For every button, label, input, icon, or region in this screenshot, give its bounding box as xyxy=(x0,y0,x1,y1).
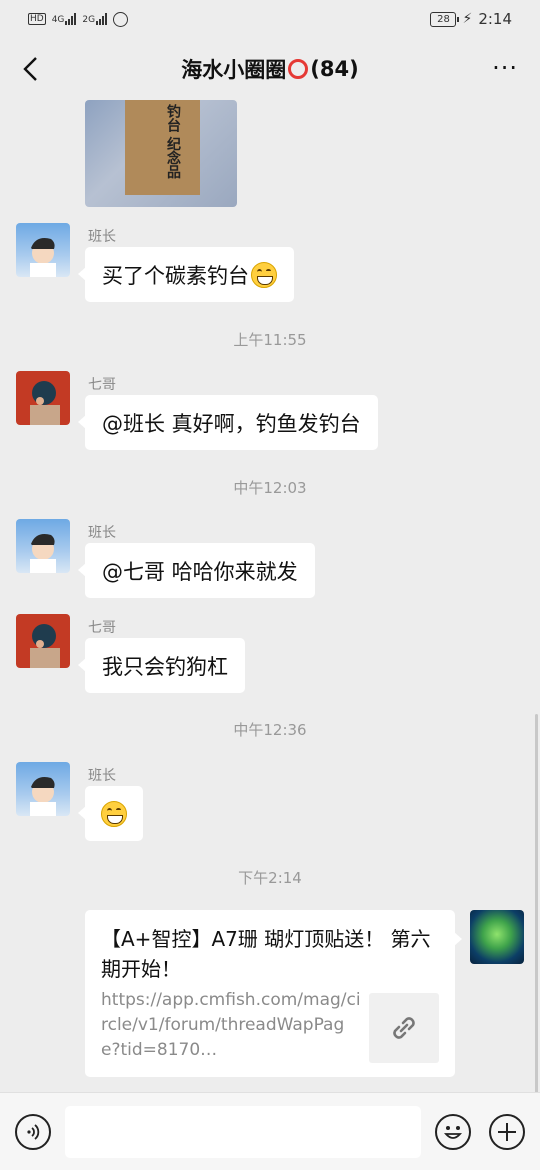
avatar-banzhang[interactable] xyxy=(16,519,70,573)
message-bubble[interactable]: @班长 真好啊，钓鱼发钓台 xyxy=(78,395,378,450)
timestamp: 中午12:03 xyxy=(233,479,307,497)
person-avatar-icon xyxy=(30,381,60,425)
avatar-qige[interactable] xyxy=(16,371,70,425)
message-bubble[interactable]: 我只会钓狗杠 xyxy=(78,638,245,693)
link-card-message[interactable]: 【A+智控】A7珊 瑚灯顶贴送！ 第六期开始！ https://app.cmfi… xyxy=(85,910,462,1077)
avatar-banzhang[interactable] xyxy=(16,223,70,277)
status-bar: HD 4G 2G 28 ⚡ 2:14 xyxy=(0,0,540,38)
more-dots-icon: ··· xyxy=(492,54,518,82)
message-input[interactable] xyxy=(65,1106,421,1158)
voice-button[interactable] xyxy=(15,1114,51,1150)
avatar-banzhang[interactable] xyxy=(16,762,70,816)
grin-emoji-icon xyxy=(251,261,277,288)
status-bar-left: HD 4G 2G xyxy=(28,11,129,27)
cartoon-avatar-icon xyxy=(30,534,56,573)
box-label: 钓台 纪念品 xyxy=(165,104,181,179)
message-text: 买了个碳素钓台 xyxy=(102,263,249,288)
message-text: 我只会钓狗杠 xyxy=(102,654,228,679)
sender-name: 七哥 xyxy=(88,620,116,636)
battery-level: 28 xyxy=(437,13,450,25)
status-time: 2:14 xyxy=(478,10,512,28)
battery-icon: 28 xyxy=(430,11,460,27)
scrollbar[interactable] xyxy=(535,714,538,1092)
charging-icon: ⚡ xyxy=(462,11,473,27)
message-bubble[interactable] xyxy=(78,786,143,841)
link-thumbnail xyxy=(369,993,439,1063)
signal-4g-icon: 4G xyxy=(52,13,77,25)
link-url: https://app.cmfish.com/mag/circle/v1/for… xyxy=(101,990,361,1060)
chat-header: 海水小圈圈 (84) ··· xyxy=(0,38,540,100)
timestamp: 下午2:14 xyxy=(238,869,302,887)
member-count: (84) xyxy=(310,57,359,81)
voice-icon xyxy=(27,1124,40,1140)
app-notification-icon xyxy=(113,11,129,27)
network-2g-label: 2G xyxy=(82,15,96,25)
image-message[interactable]: 钓台 纪念品 xyxy=(85,100,237,207)
emoji-icon xyxy=(444,1126,462,1139)
sender-name: 班长 xyxy=(88,525,116,541)
message-bubble[interactable]: 买了个碳素钓台 xyxy=(78,247,294,302)
network-4g-label: 4G xyxy=(51,15,65,25)
message-text: @班长 真好啊，钓鱼发钓台 xyxy=(102,411,361,436)
message-text: @七哥 哈哈你来就发 xyxy=(102,559,298,584)
sender-name: 七哥 xyxy=(88,377,116,393)
cartoon-avatar-icon xyxy=(30,238,56,277)
chat-messages[interactable]: 钓台 纪念品 班长 买了个碳素钓台 上午11:55 七哥 @班长 真好啊，钓鱼发… xyxy=(0,100,540,1092)
hd-icon: HD xyxy=(28,13,46,25)
person-avatar-icon xyxy=(30,624,60,668)
red-circle-icon xyxy=(288,59,309,79)
plus-button[interactable] xyxy=(489,1114,525,1150)
chevron-left-icon xyxy=(23,57,37,81)
status-bar-right: 28 ⚡ 2:14 xyxy=(430,10,512,28)
cartoon-avatar-icon xyxy=(30,777,56,816)
signal-2g-icon: 2G xyxy=(82,13,108,25)
sender-name: 班长 xyxy=(88,768,116,784)
more-button[interactable]: ··· xyxy=(492,56,518,80)
group-name: 海水小圈圈 xyxy=(181,58,287,82)
message-bubble[interactable]: @七哥 哈哈你来就发 xyxy=(78,543,315,598)
chat-title: 海水小圈圈 (84) xyxy=(181,54,358,84)
link-title: 【A+智控】A7珊 瑚灯顶贴送！ 第六期开始！ xyxy=(101,927,431,981)
emoji-button[interactable] xyxy=(435,1114,471,1150)
avatar-qige[interactable] xyxy=(16,614,70,668)
link-icon xyxy=(393,1017,415,1039)
back-button[interactable] xyxy=(16,54,46,84)
timestamp: 中午12:36 xyxy=(233,721,307,739)
timestamp: 上午11:55 xyxy=(233,331,307,349)
input-bar xyxy=(0,1092,540,1170)
grin-emoji-icon xyxy=(101,800,127,827)
avatar-me[interactable] xyxy=(470,910,524,964)
sender-name: 班长 xyxy=(88,229,116,245)
plus-icon xyxy=(498,1123,516,1141)
